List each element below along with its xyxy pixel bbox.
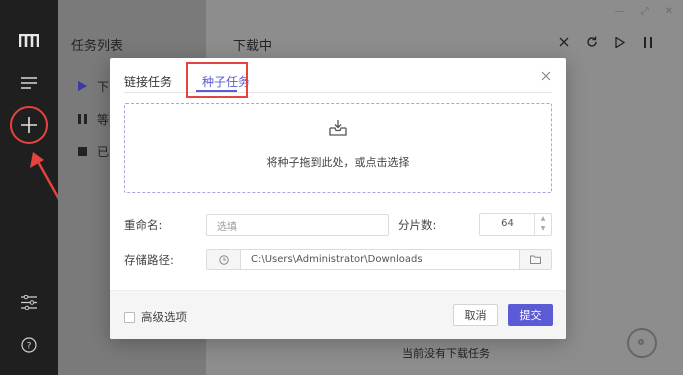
history-clock-icon[interactable]	[207, 250, 241, 269]
close-icon[interactable]	[557, 35, 571, 49]
save-path-label: 存储路径:	[124, 253, 174, 267]
rename-input[interactable]: 选填	[206, 214, 389, 236]
folder-icon[interactable]	[519, 250, 551, 269]
maximize-icon[interactable]: ⤢	[641, 6, 649, 17]
logo-icon	[0, 32, 58, 50]
cancel-button[interactable]: 取消	[453, 304, 498, 326]
split-count-value: 64	[501, 218, 514, 229]
annotation-circle	[10, 106, 48, 144]
settings-sliders-icon[interactable]	[0, 293, 58, 311]
advanced-options-checkbox[interactable]: 高级选项	[124, 309, 187, 325]
save-path-value[interactable]: C:\Users\Administrator\Downloads	[241, 250, 519, 269]
inbox-download-icon	[329, 119, 347, 140]
task-item-label: 等	[97, 113, 110, 127]
disc-icon[interactable]	[627, 328, 657, 358]
submit-button[interactable]: 提交	[508, 304, 553, 326]
play-all-icon[interactable]	[613, 35, 627, 49]
page-title: 下载中	[233, 39, 273, 54]
task-item-label: 下	[97, 80, 110, 94]
close-dialog-icon[interactable]	[540, 70, 554, 84]
dialog-footer: 高级选项 取消 提交	[110, 290, 566, 339]
play-icon	[78, 80, 87, 94]
advanced-options-label: 高级选项	[141, 310, 187, 324]
annotation-box	[186, 62, 248, 98]
svg-text:?: ?	[27, 342, 32, 352]
task-item-waiting[interactable]: 等	[78, 111, 109, 128]
sidebar: ?	[0, 0, 58, 375]
split-count-label: 分片数:	[398, 218, 437, 232]
tab-link-task[interactable]: 链接任务	[124, 70, 172, 92]
rename-label: 重命名:	[124, 218, 163, 232]
stop-icon	[78, 145, 87, 159]
stepper-buttons: ▲ ▼	[534, 214, 551, 235]
minimize-icon[interactable]: —	[615, 6, 625, 17]
torrent-dropzone[interactable]: 将种子拖到此处，或点击选择	[124, 103, 552, 193]
stepper-up-icon[interactable]: ▲	[535, 214, 551, 224]
close-window-icon[interactable]: ✕	[665, 6, 673, 17]
window-controls: — ⤢ ✕	[615, 6, 673, 17]
stepper-down-icon[interactable]: ▼	[535, 224, 551, 234]
add-task-dialog: 链接任务 种子任务 将种子拖到此处，或点击选择 重命名: 选填 分片数: 64 …	[110, 58, 566, 339]
pause-icon	[78, 113, 87, 127]
checkbox-box[interactable]	[124, 311, 135, 323]
help-icon[interactable]: ?	[0, 336, 58, 354]
split-count-stepper[interactable]: 64 ▲ ▼	[479, 213, 552, 236]
task-list-title: 任务列表	[71, 39, 124, 54]
dropzone-text: 将种子拖到此处，或点击选择	[266, 155, 410, 169]
empty-state-text: 当前没有下载任务	[402, 347, 490, 360]
task-item-stopped[interactable]: 已	[78, 143, 109, 160]
save-path-field[interactable]: C:\Users\Administrator\Downloads	[206, 249, 552, 270]
pause-all-icon[interactable]	[641, 35, 655, 49]
task-item-label: 已	[97, 145, 110, 159]
refresh-icon[interactable]	[585, 35, 599, 49]
toolbar	[557, 35, 655, 49]
task-item-downloading[interactable]: 下	[78, 78, 109, 95]
menu-icon[interactable]	[0, 74, 58, 92]
